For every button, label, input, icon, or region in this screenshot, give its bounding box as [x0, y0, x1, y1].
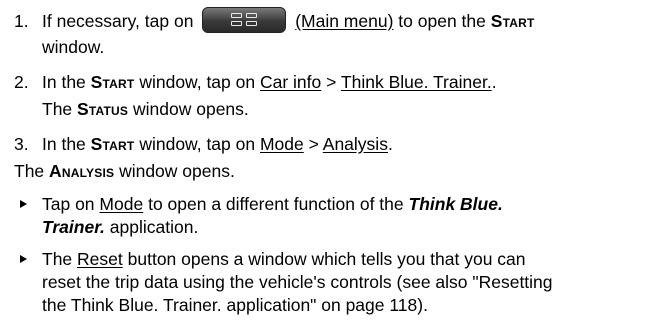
tile-icon [231, 13, 243, 19]
main-menu-link[interactable]: (Main menu) [295, 11, 393, 31]
bullet-2-line-2: reset the trip data using the vehicle's … [42, 272, 553, 292]
step-2-line: In the Start window, tap on Car info > T… [42, 71, 497, 93]
bullet-1-line-2: Trainer. application. [42, 216, 198, 238]
bullet-triangle-icon [20, 255, 27, 263]
step-text: The [42, 99, 73, 119]
step-text: If necessary, tap on [42, 11, 194, 31]
start-window-label: Start [90, 134, 135, 154]
step-1-line-2: window. [42, 37, 105, 57]
bullet-text: button opens a window which tells you th… [127, 249, 526, 269]
bullet-2-line-3: the Think Blue. Trainer. application" on… [42, 295, 428, 315]
step-2-result: The Status window opens. [42, 98, 249, 120]
bullet-text: application. [109, 217, 199, 237]
tile-icon [246, 13, 258, 19]
path-separator: > [308, 134, 319, 154]
step-text: window, tap on [139, 72, 256, 92]
manual-page: 1. If necessary, tap on (Main menu) to o… [0, 0, 672, 324]
result-line: The Analysis window opens. [14, 160, 235, 182]
analysis-link[interactable]: Analysis [323, 134, 388, 154]
start-window-label: Start [90, 72, 135, 92]
bullet-triangle-icon [20, 200, 27, 208]
car-info-link[interactable]: Car info [260, 72, 321, 92]
bullet-1-line-1: Tap on Mode to open a different function… [42, 193, 503, 215]
status-window-label: Status [77, 99, 129, 119]
step-text: . [491, 72, 497, 92]
step-text: In the [42, 72, 86, 92]
bullet-text: The [42, 249, 73, 269]
start-window-label: Start [490, 11, 535, 31]
app-name: Trainer. [42, 217, 105, 237]
mode-link[interactable]: Mode [99, 194, 143, 214]
main-menu-icon[interactable] [202, 7, 287, 34]
think-blue-trainer-link[interactable]: Think Blue. Trainer. [341, 72, 492, 92]
result-text: The [14, 161, 45, 181]
reset-button-link[interactable]: Reset [77, 249, 123, 269]
tile-icon [231, 21, 243, 27]
mode-link[interactable]: Mode [260, 134, 304, 154]
step-text: window opens. [133, 99, 249, 119]
tile-icon [246, 21, 258, 27]
step-number: 2. [14, 72, 29, 92]
step-text: In the [42, 134, 86, 154]
step-text: . [387, 134, 393, 154]
step-3-line: In the Start window, tap on Mode > Analy… [42, 133, 393, 155]
result-text: window opens. [119, 161, 235, 181]
step-text: window, tap on [139, 134, 256, 154]
path-separator: > [326, 72, 337, 92]
step-number: 1. [14, 11, 29, 31]
bullet-2-line-1: The Reset button opens a window which te… [42, 248, 526, 270]
step-text: to open the [398, 11, 486, 31]
analysis-window-label: Analysis [49, 161, 115, 181]
step-1-line-1: If necessary, tap on (Main menu) to open… [42, 7, 535, 34]
step-number: 3. [14, 134, 29, 154]
bullet-text: Tap on [42, 194, 95, 214]
bullet-text: to open a different function of the [148, 194, 404, 214]
app-name: Think Blue. [408, 194, 503, 214]
